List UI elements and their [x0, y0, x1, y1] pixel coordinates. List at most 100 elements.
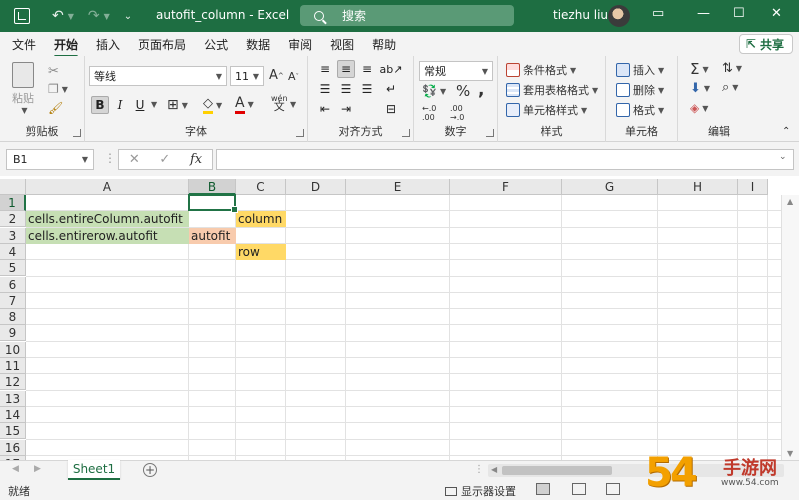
page-break-view-icon[interactable] — [606, 483, 620, 495]
row-header-2[interactable]: 2 — [0, 211, 26, 228]
row-header-14[interactable]: 14 — [0, 406, 26, 423]
cut-icon[interactable]: ✂ — [48, 64, 59, 79]
row-header-13[interactable]: 13 — [0, 390, 26, 407]
cancel-icon[interactable]: ✕ — [129, 152, 140, 167]
cell-c2[interactable]: column — [236, 211, 286, 228]
autosum-icon[interactable]: Σ ▼ — [690, 60, 709, 78]
tab-help[interactable]: 帮助 — [372, 36, 396, 53]
percent-icon[interactable]: % — [456, 82, 470, 100]
font-name-select[interactable]: 等线 ▼ — [89, 66, 227, 86]
row-header-3[interactable]: 3 — [0, 227, 26, 244]
copy-icon[interactable]: ❐ ▼ — [48, 82, 68, 96]
prev-sheet-icon[interactable]: ◀ — [12, 464, 19, 474]
font-color-icon[interactable]: A ▼ — [235, 95, 254, 114]
align-bottom-icon[interactable]: ≡ — [358, 60, 376, 78]
next-sheet-icon[interactable]: ▶ — [34, 464, 41, 474]
worksheet-grid[interactable]: ABCDEFGHI1234567891011121314151617cells.… — [0, 176, 799, 460]
currency-icon[interactable]: 💱 ▼ — [422, 84, 446, 98]
insert-cells-button[interactable]: 插入 ▼ — [616, 62, 664, 78]
scroll-thumb[interactable] — [502, 466, 612, 475]
increase-indent-icon[interactable]: ⇥ — [337, 100, 355, 118]
cell-c4[interactable]: row — [236, 243, 286, 260]
select-all-corner[interactable] — [0, 179, 26, 195]
name-box[interactable]: B1 ▼ — [6, 149, 94, 170]
phonetic-dropdown-icon[interactable]: ▼ — [287, 100, 296, 109]
fill-color-icon[interactable]: ◇ ▼ — [203, 96, 222, 114]
tab-formulas[interactable]: 公式 — [204, 36, 228, 53]
paste-button[interactable]: 粘贴 ▼ — [12, 62, 34, 115]
increase-font-icon[interactable]: A ^ — [269, 68, 284, 83]
column-header-i[interactable]: I — [738, 179, 768, 195]
formula-input[interactable] — [216, 149, 794, 170]
undo-dropdown-icon[interactable]: ▼ — [68, 12, 74, 21]
column-header-b[interactable]: B — [189, 179, 236, 195]
row-header-7[interactable]: 7 — [0, 292, 26, 309]
phonetic-icon[interactable]: wén 文 — [271, 95, 288, 113]
decrease-font-icon[interactable]: Aˇ — [288, 70, 299, 83]
page-layout-view-icon[interactable] — [572, 483, 586, 495]
expand-formula-icon[interactable]: ⌄ — [779, 152, 787, 162]
row-header-11[interactable]: 11 — [0, 358, 26, 374]
fill-icon[interactable]: ⬇ ▼ — [690, 81, 710, 96]
vertical-scrollbar[interactable]: ▲ ▼ — [781, 195, 799, 460]
format-painter-icon[interactable]: 🖌 — [48, 101, 63, 115]
column-header-g[interactable]: G — [562, 179, 658, 195]
orientation-icon[interactable]: ab↗ — [380, 60, 403, 78]
row-header-16[interactable]: 16 — [0, 439, 26, 456]
insert-function-icon[interactable]: fx — [190, 152, 202, 167]
align-right-icon[interactable]: ☰ — [358, 80, 376, 98]
decrease-decimal-icon[interactable]: .00 →.0 — [450, 104, 464, 122]
collapse-ribbon-icon[interactable]: ⌃ — [782, 126, 790, 137]
tab-file[interactable]: 文件 — [12, 36, 36, 53]
column-header-e[interactable]: E — [346, 179, 450, 195]
redo-icon[interactable]: ↷ — [88, 8, 100, 24]
autosave-icon[interactable] — [14, 8, 30, 24]
wrap-text-icon[interactable]: ↵ — [382, 80, 400, 98]
find-select-icon[interactable]: ⌕ ▼ — [722, 80, 738, 95]
row-header-4[interactable]: 4 — [0, 243, 26, 260]
row-header-9[interactable]: 9 — [0, 325, 26, 342]
column-header-f[interactable]: F — [450, 179, 562, 195]
minimize-icon[interactable]: — — [697, 6, 710, 21]
cell-b3[interactable]: autofit — [189, 227, 236, 244]
alignment-launcher-icon[interactable] — [402, 129, 410, 137]
add-sheet-icon[interactable]: + — [143, 463, 157, 477]
tab-page-layout[interactable]: 页面布局 — [138, 36, 186, 53]
clipboard-launcher-icon[interactable] — [73, 129, 81, 137]
clear-icon[interactable]: ◈ ▼ — [690, 101, 708, 115]
close-icon[interactable]: ✕ — [771, 6, 782, 21]
border-icon[interactable]: ⊞ ▼ — [167, 97, 188, 113]
conditional-format-button[interactable]: 条件格式 ▼ — [506, 62, 576, 78]
decrease-indent-icon[interactable]: ⇤ — [316, 100, 334, 118]
bold-button[interactable]: B — [91, 96, 109, 114]
tab-view[interactable]: 视图 — [330, 36, 354, 53]
scroll-left-icon[interactable]: ◀ — [491, 465, 497, 474]
cell-styles-button[interactable]: 单元格样式 ▼ — [506, 102, 587, 118]
tab-split-handle-icon[interactable]: ⋮ — [474, 464, 484, 475]
format-cells-button[interactable]: 格式 ▼ — [616, 102, 664, 118]
column-header-d[interactable]: D — [286, 179, 346, 195]
italic-button[interactable]: I — [111, 96, 129, 114]
underline-dropdown-icon[interactable]: ▼ — [148, 100, 157, 109]
row-header-5[interactable]: 5 — [0, 260, 26, 277]
enter-icon[interactable]: ✓ — [159, 152, 170, 167]
user-name[interactable]: tiezhu liu — [553, 8, 608, 22]
font-launcher-icon[interactable] — [296, 129, 304, 137]
tab-data[interactable]: 数据 — [246, 36, 270, 53]
tab-insert[interactable]: 插入 — [96, 36, 120, 53]
number-format-select[interactable]: 常规 ▼ — [419, 61, 493, 81]
underline-button[interactable]: U — [131, 96, 149, 114]
row-header-12[interactable]: 12 — [0, 374, 26, 391]
search-box[interactable]: 搜索 — [300, 5, 514, 26]
cell-a2[interactable]: cells.entireColumn.autofit — [26, 211, 189, 228]
ribbon-display-icon[interactable]: ▭ — [652, 6, 664, 21]
tab-review[interactable]: 审阅 — [288, 36, 312, 53]
column-header-a[interactable]: A — [26, 179, 189, 195]
comma-icon[interactable]: , — [478, 80, 484, 100]
cell-a3[interactable]: cells.entirerow.autofit — [26, 227, 189, 244]
tab-home[interactable]: 开始 — [54, 36, 79, 58]
row-header-6[interactable]: 6 — [0, 276, 26, 293]
column-header-c[interactable]: C — [236, 179, 286, 195]
scroll-up-icon[interactable]: ▲ — [787, 197, 793, 206]
row-header-1[interactable]: 1 — [0, 195, 26, 211]
